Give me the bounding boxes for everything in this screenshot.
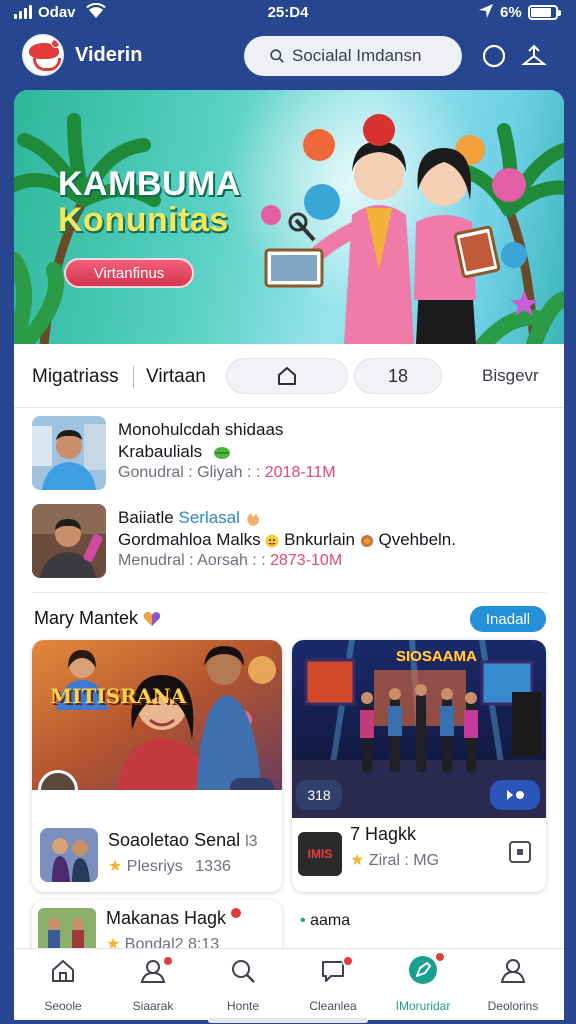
home-icon bbox=[278, 367, 296, 385]
search-input[interactable] bbox=[292, 46, 462, 66]
card-thumbnail bbox=[38, 908, 96, 952]
play-button[interactable] bbox=[490, 780, 540, 810]
feed-thumbnail bbox=[32, 416, 106, 490]
tab-virtaan[interactable]: Virtaan bbox=[146, 366, 206, 388]
card-title: 7 Hagkk bbox=[350, 824, 417, 844]
nav-item-deolorins[interactable]: Deolorins bbox=[468, 949, 558, 1020]
count-tab-pill[interactable]: 18 bbox=[354, 358, 442, 394]
feed-subtitle: Krabaulials bbox=[118, 442, 231, 462]
feed-thumbnail bbox=[32, 504, 106, 578]
notification-dot bbox=[231, 908, 242, 918]
card-info: IMIS 7 Hagkk ★ Ziral : MG bbox=[292, 818, 546, 888]
notification-badge bbox=[342, 955, 354, 967]
banner-cta-button[interactable]: Virtanfinus bbox=[64, 258, 194, 288]
feed-item[interactable]: Baiiatle Serlasal Gordmahloa Malks Bnkur… bbox=[32, 504, 552, 580]
share-button[interactable] bbox=[230, 778, 274, 790]
share-icon[interactable] bbox=[520, 42, 548, 70]
app-title: Viderin bbox=[75, 44, 143, 66]
create-icon bbox=[409, 956, 437, 984]
media-card[interactable]: • aama bbox=[292, 900, 546, 950]
food-emoji-icon bbox=[360, 534, 373, 547]
section-title: Mary Mantek bbox=[34, 608, 161, 629]
card-subtitle: ★ Plesriys 1336 bbox=[108, 858, 231, 875]
home-tab-pill[interactable] bbox=[226, 358, 348, 394]
clap-emoji-icon bbox=[246, 512, 259, 526]
tab-migatriass[interactable]: Migatriass bbox=[32, 366, 119, 388]
main-content: KAMBUMA Konunitas Virtanfinus Migatriass… bbox=[14, 90, 564, 1020]
media-card[interactable]: SIOSAAMA 318 IMIS 7 Hagkk ★ Ziral : MG bbox=[292, 640, 546, 892]
card-info: Soaoletao Senal l3 ★ Plesriys 1336 bbox=[32, 818, 282, 888]
nav-item-siaarak[interactable]: Siaarak bbox=[108, 949, 198, 1020]
nav-label: Seoole bbox=[44, 999, 82, 1013]
star-icon: ★ bbox=[108, 858, 123, 875]
count-badge: 318 bbox=[296, 780, 342, 810]
battery-percentage: 6% bbox=[500, 4, 522, 21]
star-icon: ★ bbox=[350, 852, 365, 869]
nav-label: Deolorins bbox=[487, 999, 539, 1013]
share-icon bbox=[241, 787, 263, 790]
nav-item-cleanlea[interactable]: Cleanlea bbox=[288, 949, 378, 1020]
nav-item-seoole[interactable]: Seoole bbox=[18, 949, 108, 1020]
card-subtitle: ★ Ziral : MG bbox=[350, 852, 440, 869]
circle-icon[interactable] bbox=[480, 42, 508, 70]
search-icon bbox=[232, 960, 255, 983]
home-indicator[interactable] bbox=[208, 1018, 368, 1023]
feed-item[interactable]: Monohulcdah shidaas Krabaulials Gonudral… bbox=[32, 416, 552, 492]
tabs-row: Migatriass Virtaan 18 Bisgevr bbox=[14, 344, 564, 408]
view-all-button[interactable]: Inadall bbox=[470, 606, 546, 632]
banner-title-line1: KAMBUMA bbox=[58, 165, 241, 203]
feed-subtitle: Gordmahloa Malks Bnkurlain Qvehbeln. bbox=[118, 530, 456, 549]
card-title: Soaoletao Senal l3 bbox=[108, 830, 258, 850]
heart-emoji-icon bbox=[143, 612, 161, 627]
feed-meta: Gonudral : Gliyah : : 2018-11M bbox=[118, 464, 336, 481]
nav-item-honte[interactable]: Honte bbox=[198, 949, 288, 1020]
smile-emoji-icon bbox=[265, 534, 279, 548]
account-icon bbox=[500, 959, 526, 983]
media-card[interactable]: MITISRANA Soaoletao Senal l3 ★ Plesriys … bbox=[32, 640, 282, 892]
nav-label: IMoruridar bbox=[395, 999, 451, 1013]
nav-label: Honte bbox=[226, 999, 260, 1013]
card-title: Makanas Hagk bbox=[106, 908, 242, 929]
status-bar: Odav 25:D4 6% bbox=[0, 0, 576, 26]
nav-label: Cleanlea bbox=[309, 999, 357, 1013]
search-bar[interactable] bbox=[244, 36, 462, 76]
banner-title: KAMBUMA Konunitas bbox=[58, 166, 241, 238]
leaf-emoji-icon bbox=[213, 446, 230, 459]
feed-title-highlight: Serlasal bbox=[178, 508, 240, 527]
dot-icon: • bbox=[300, 912, 306, 929]
notification-badge bbox=[162, 955, 174, 967]
feed-title: Monohulcdah shidaas bbox=[118, 420, 284, 439]
card-thumbnail: IMIS bbox=[298, 832, 342, 876]
promo-banner[interactable]: KAMBUMA Konunitas Virtanfinus bbox=[14, 90, 564, 344]
section-divider bbox=[32, 592, 546, 593]
tab-bisgevr[interactable]: Bisgevr bbox=[482, 366, 539, 386]
notification-badge bbox=[434, 951, 446, 963]
card-image-title: MITISRANA bbox=[50, 684, 187, 708]
card-title: • aama bbox=[300, 912, 351, 929]
location-arrow-icon bbox=[479, 4, 493, 18]
expand-icon[interactable] bbox=[508, 840, 532, 864]
bottom-navigation: Seoole Siaarak Honte Cleanlea IMoruridar… bbox=[14, 948, 564, 1020]
feed-date: 2873-10M bbox=[270, 552, 343, 569]
feed-meta: Menudral : Aorsah : : 2873-10M bbox=[118, 552, 343, 569]
nav-label: Siaarak bbox=[132, 999, 174, 1013]
card-thumbnail bbox=[40, 828, 98, 882]
home-icon bbox=[52, 960, 74, 982]
card-image: MITISRANA bbox=[32, 640, 282, 790]
card-image: SIOSAAMA 318 bbox=[292, 640, 546, 818]
nav-item-imoruridar[interactable]: IMoruridar bbox=[378, 949, 468, 1020]
app-header: Viderin bbox=[0, 30, 576, 86]
feed-date: 2018-11M bbox=[264, 464, 336, 481]
app-logo[interactable] bbox=[22, 34, 64, 76]
feed-title: Baiiatle Serlasal bbox=[118, 508, 261, 528]
battery-icon bbox=[528, 5, 561, 20]
tab-divider bbox=[133, 366, 134, 388]
banner-title-line2: Konunitas bbox=[58, 201, 229, 239]
card-image-title: SIOSAAMA bbox=[396, 648, 477, 665]
search-icon bbox=[270, 49, 284, 63]
play-icon bbox=[507, 790, 524, 800]
